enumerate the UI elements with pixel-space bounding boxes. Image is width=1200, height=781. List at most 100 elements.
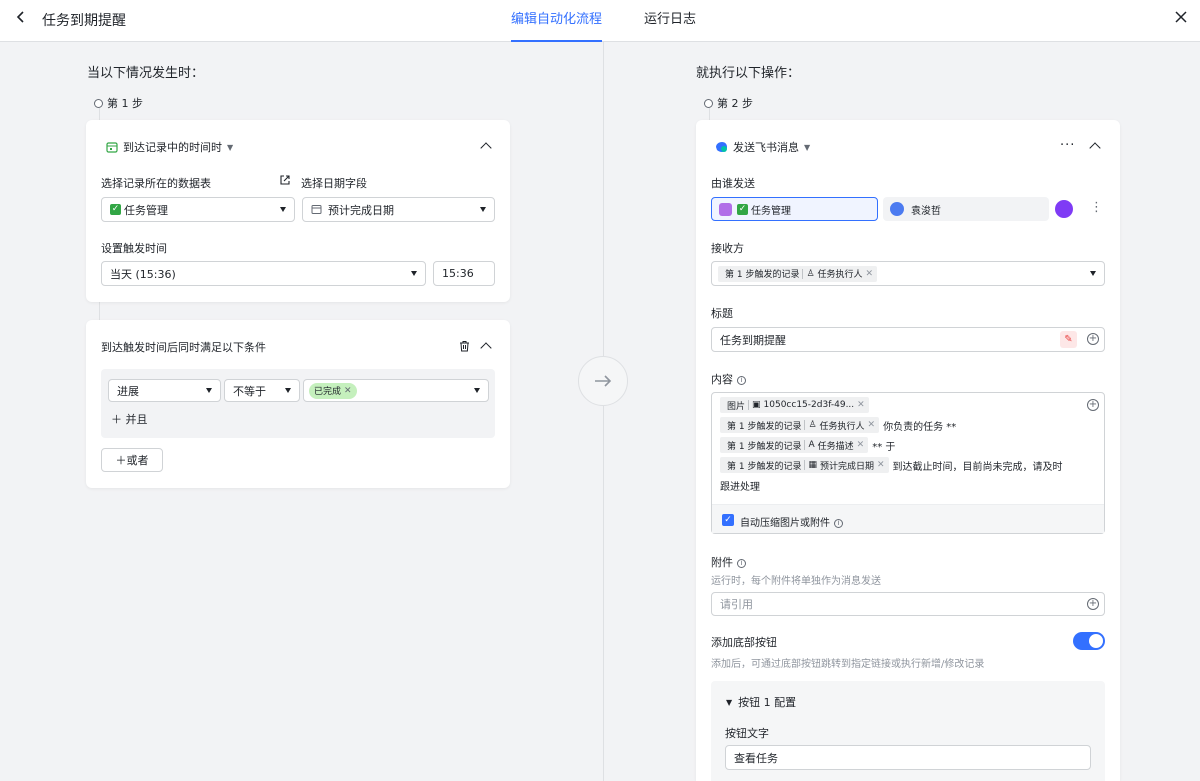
plus-icon: ＋ [115,454,127,467]
date-icon: ▦ [808,460,817,470]
sender-user-option[interactable]: 袁浚哲 [883,197,1049,221]
text-field-icon: A [808,440,815,450]
ai-icon[interactable]: ✎ [1060,331,1077,348]
attachment-label: 附件 i [711,554,746,570]
attachment-hint: 运行时，每个附件将单独作为消息发送 [711,576,881,587]
insert-field-icon[interactable]: + [1087,399,1099,411]
attachment-label-text: 附件 [711,556,733,569]
title-input[interactable]: 任务到期提醒 [711,327,1105,352]
add-and-condition-button[interactable]: ＋ 并且 [111,411,148,427]
tag-remove-icon[interactable]: ✕ [857,400,865,410]
trigger-day-value: 当天 (15:36) [110,267,176,281]
condition-value-select[interactable]: 已完成 ✕ [303,379,489,402]
collapse-chevron-icon[interactable] [480,142,492,154]
close-icon[interactable] [1174,8,1188,29]
feishu-message-icon [716,142,727,152]
field-tag-name: 任务执行人 [819,421,865,432]
sender-bot-name: 任务管理 [751,205,791,217]
content-text: ** 于 [872,441,896,453]
receiver-tag: 第 1 步触发的记录 ♙ 任务执行人 ✕ [718,265,878,282]
table-select[interactable]: ✓ 任务管理 [101,197,295,222]
receiver-select[interactable]: 第 1 步触发的记录 ♙ 任务执行人 ✕ [711,261,1105,286]
trigger-time-input[interactable]: 15:36 [433,261,495,286]
tag-remove-icon[interactable]: ✕ [857,440,865,450]
condition-value-text: 已完成 [314,387,342,397]
date-icon [311,205,322,214]
plus-icon: ＋ [111,413,122,426]
date-field-label: 选择日期字段 [301,177,367,190]
trigger-type-selector[interactable]: 到达记录中的时间时 ▼ [106,139,233,155]
trigger-day-select[interactable]: 当天 (15:36) [101,261,426,286]
avatar [890,202,904,216]
trash-icon[interactable] [459,340,470,355]
compress-checkbox[interactable]: ✓ [722,514,734,526]
info-icon[interactable]: i [737,559,746,568]
external-link-icon[interactable] [279,174,291,189]
add-or-condition-button[interactable]: ＋ 或者 [101,448,163,472]
action-type-selector[interactable]: 发送飞书消息 ▼ [715,139,810,155]
content-text: 你负责的任务 ** [883,421,957,433]
collapse-chevron-icon[interactable] [1089,142,1101,154]
tab-edit-flow[interactable]: 编辑自动化流程 [511,8,603,42]
collapse-chevron-icon[interactable] [480,342,492,354]
image-tag: 图片 ▣ 1050cc15-2d3f-49... ✕ [720,397,869,413]
tag-remove-icon[interactable]: ✕ [877,460,885,470]
condition-value-tag: 已完成 ✕ [309,382,357,399]
insert-field-icon[interactable]: + [1087,598,1099,610]
content-line-4: 第 1 步触发的记录 ▦ 预计完成日期 ✕ 到达截止时间，目前尚未完成，请及时 [720,457,1063,473]
caret-down-icon [411,271,417,276]
info-icon[interactable]: i [737,376,746,385]
insert-field-icon[interactable]: + [1087,333,1099,345]
person-icon: ♙ [808,420,817,430]
or-label: 或者 [126,454,149,467]
add-sender-icon[interactable] [1055,200,1073,218]
button-config-header[interactable]: ▼ 按钮 1 配置 [726,694,796,710]
step-2-label: 第 2 步 [704,95,753,111]
tag-remove-icon[interactable]: ✕ [344,386,352,396]
more-icon[interactable]: ··· [1060,138,1075,153]
step-circle-icon [704,98,713,108]
content-editor[interactable]: + 图片 ▣ 1050cc15-2d3f-49... ✕ 第 1 步触发的记录 … [711,392,1105,534]
condition-field-select[interactable]: 进展 [108,379,221,402]
tab-run-log[interactable]: 运行日志 [644,8,696,42]
back-arrow-icon[interactable] [14,9,30,29]
bot-avatar-icon [719,202,732,216]
field-tag: 第 1 步触发的记录 ▦ 预计完成日期 ✕ [720,457,889,473]
compress-row: ✓ 自动压缩图片或附件 i [712,504,1104,533]
content-text: 到达截止时间，目前尚未完成，请及时 [892,461,1063,473]
content-line-1: 图片 ▣ 1050cc15-2d3f-49... ✕ [720,397,873,413]
step-connector [99,302,100,320]
attachment-input[interactable]: 请引用 [711,592,1105,616]
sender-label: 由谁发送 [711,177,755,190]
caret-down-icon: ▼ [726,697,733,707]
sender-bot-option[interactable]: ✓ 任务管理 [711,197,878,221]
person-icon: ♙ [806,268,815,279]
more-vertical-icon[interactable]: ⋮ [1090,200,1103,215]
caret-down-icon [280,207,286,212]
condition-operator-select[interactable]: 不等于 [224,379,300,402]
panel-divider [603,42,604,781]
caret-down-icon [474,388,480,393]
button-config-panel: ▼ 按钮 1 配置 按钮文字 查看任务 [711,681,1105,781]
title-label: 标题 [711,307,733,320]
caret-down-icon [206,388,212,393]
field-tag-name: 任务描述 [817,441,854,452]
left-section-title: 当以下情况发生时： [87,66,205,81]
title-input-value: 任务到期提醒 [720,333,786,347]
trigger-time-value: 15:36 [442,267,474,280]
chevron-down-icon: ▼ [804,142,811,152]
image-tag-label: 图片 [727,401,746,412]
tag-remove-icon[interactable]: ✕ [868,420,876,430]
date-field-value: 预计完成日期 [328,203,394,217]
info-icon[interactable]: i [834,519,843,528]
button-text-input[interactable]: 查看任务 [725,745,1091,770]
field-tag-name: 预计完成日期 [819,461,874,472]
sender-user-name: 袁浚哲 [911,205,941,217]
tag-remove-icon[interactable]: ✕ [866,269,874,279]
bottom-button-toggle[interactable] [1073,632,1105,650]
attachment-placeholder: 请引用 [720,598,753,611]
condition-title: 到达触发时间后同时满足以下条件 [101,341,266,354]
field-tag-step: 第 1 步触发的记录 [727,421,802,432]
button-text-label: 按钮文字 [725,727,769,740]
date-field-select[interactable]: 预计完成日期 [302,197,495,222]
